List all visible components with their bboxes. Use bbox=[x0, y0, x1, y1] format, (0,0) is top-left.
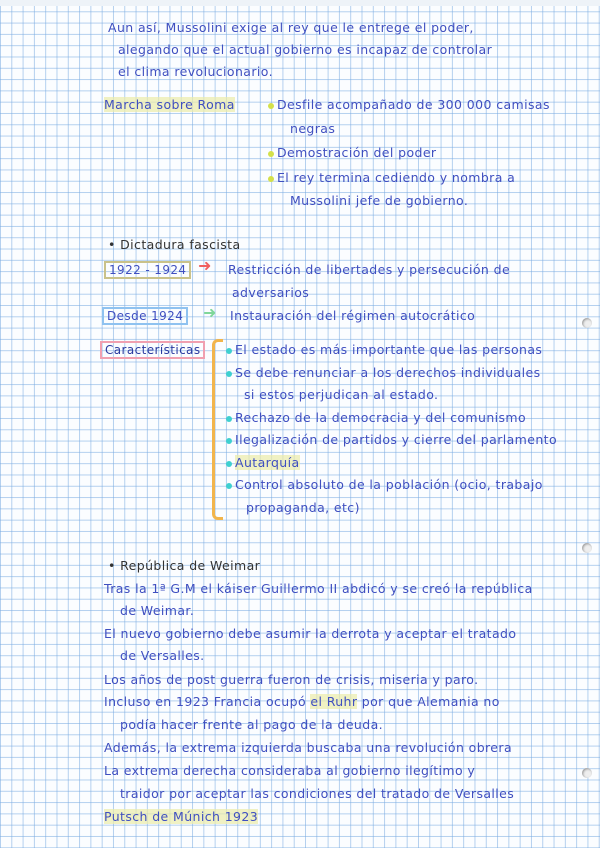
highlight-text: el Ruhr bbox=[310, 694, 358, 709]
punch-hole bbox=[582, 543, 592, 553]
item-text: El estado es más importante que las pers… bbox=[235, 342, 543, 357]
caract-item: Rechazo de la democracia y del comunismo bbox=[226, 410, 526, 425]
weimar-line: de Weimar. bbox=[120, 603, 195, 618]
arrow-right-icon: ➜ bbox=[198, 256, 212, 275]
caract-item-cont: si estos perjudican al estado. bbox=[244, 387, 439, 402]
item-text: Ilegalización de partidos y cierre del p… bbox=[235, 432, 558, 447]
item-text: Se debe renunciar a los derechos individ… bbox=[235, 365, 541, 380]
bullet-icon bbox=[268, 102, 274, 109]
item-text: Rechazo de la democracia y del comunismo bbox=[235, 410, 527, 425]
weimar-line: El nuevo gobierno debe asumir la derrota… bbox=[104, 626, 517, 641]
weimar-line: Los años de post guerra fueron de crisis… bbox=[104, 672, 479, 687]
bullet-icon bbox=[268, 150, 274, 157]
intro-line: alegando que el actual gobierno es incap… bbox=[118, 42, 493, 57]
bullet-icon bbox=[226, 460, 232, 467]
item-text: Demostración del poder bbox=[277, 145, 437, 160]
bullet-icon bbox=[226, 347, 232, 354]
weimar-line: Putsch de Múnich 1923 bbox=[104, 809, 259, 824]
caract-item-cont: propaganda, etc) bbox=[246, 500, 360, 515]
weimar-line: Tras la 1ª G.M el káiser Guillermo II ab… bbox=[104, 581, 533, 596]
weimar-line: de Versalles. bbox=[120, 648, 205, 663]
period2-label: Desde 1924 bbox=[102, 307, 189, 325]
marcha-label: Marcha sobre Roma bbox=[104, 97, 235, 112]
period1-text: Restricción de libertades y persecución … bbox=[228, 262, 511, 277]
marcha-item-cont: negras bbox=[290, 121, 336, 136]
line-text: Incluso en 1923 Francia ocupó bbox=[104, 694, 306, 709]
weimar-line: podía hacer frente al pago de la deuda. bbox=[120, 717, 383, 732]
weimar-line: La extrema derecha consideraba al gobier… bbox=[104, 763, 476, 778]
heading-text: Dictadura fascista bbox=[120, 237, 241, 252]
bullet-icon bbox=[268, 175, 274, 182]
heading-text: República de Weimar bbox=[120, 558, 261, 573]
caract-item: Se debe renunciar a los derechos individ… bbox=[226, 365, 540, 380]
caract-item: Control absoluto de la población (ocio, … bbox=[226, 477, 543, 492]
item-text: Desfile acompañado de 300 000 camisas bbox=[277, 97, 550, 112]
weimar-line: traidor por aceptar las condiciones del … bbox=[120, 786, 515, 801]
punch-hole bbox=[582, 318, 592, 328]
arrow-right-icon: ➜ bbox=[203, 303, 217, 322]
dictadura-heading: • Dictadura fascista bbox=[108, 237, 241, 252]
bullet-icon bbox=[226, 482, 232, 489]
marcha-item-cont: Mussolini jefe de gobierno. bbox=[290, 193, 469, 208]
bullet-icon bbox=[226, 437, 232, 444]
item-text: Control absoluto de la población (ocio, … bbox=[235, 477, 543, 492]
caract-item: Autarquía bbox=[226, 455, 300, 470]
bracket bbox=[212, 339, 223, 520]
marcha-item: Demostración del poder bbox=[268, 145, 436, 160]
line-text: por que Alemania no bbox=[361, 694, 500, 709]
weimar-heading: • República de Weimar bbox=[108, 558, 261, 573]
item-text: Autarquía bbox=[235, 455, 300, 470]
weimar-line: Incluso en 1923 Francia ocupó el Ruhr po… bbox=[104, 694, 500, 709]
page-top-edge bbox=[0, 0, 600, 6]
weimar-line: Además, la extrema izquierda buscaba una… bbox=[104, 740, 513, 755]
bullet-icon bbox=[226, 370, 232, 377]
punch-hole bbox=[582, 768, 592, 778]
intro-line: Aun así, Mussolini exige al rey que le e… bbox=[108, 20, 474, 35]
period1-text: adversarios bbox=[232, 285, 310, 300]
period2-text: Instauración del régimen autocrático bbox=[230, 308, 476, 323]
intro-line: el clima revolucionario. bbox=[118, 64, 273, 79]
marcha-item: El rey termina cediendo y nombra a bbox=[268, 170, 515, 185]
marcha-item: Desfile acompañado de 300 000 camisas bbox=[268, 97, 550, 112]
item-text: El rey termina cediendo y nombra a bbox=[277, 170, 516, 185]
caract-item: Ilegalización de partidos y cierre del p… bbox=[226, 432, 557, 447]
period1-label: 1922 - 1924 bbox=[104, 261, 192, 279]
caracteristicas-label: Características bbox=[100, 341, 206, 359]
bullet-icon bbox=[226, 415, 232, 422]
caract-item: El estado es más importante que las pers… bbox=[226, 342, 542, 357]
